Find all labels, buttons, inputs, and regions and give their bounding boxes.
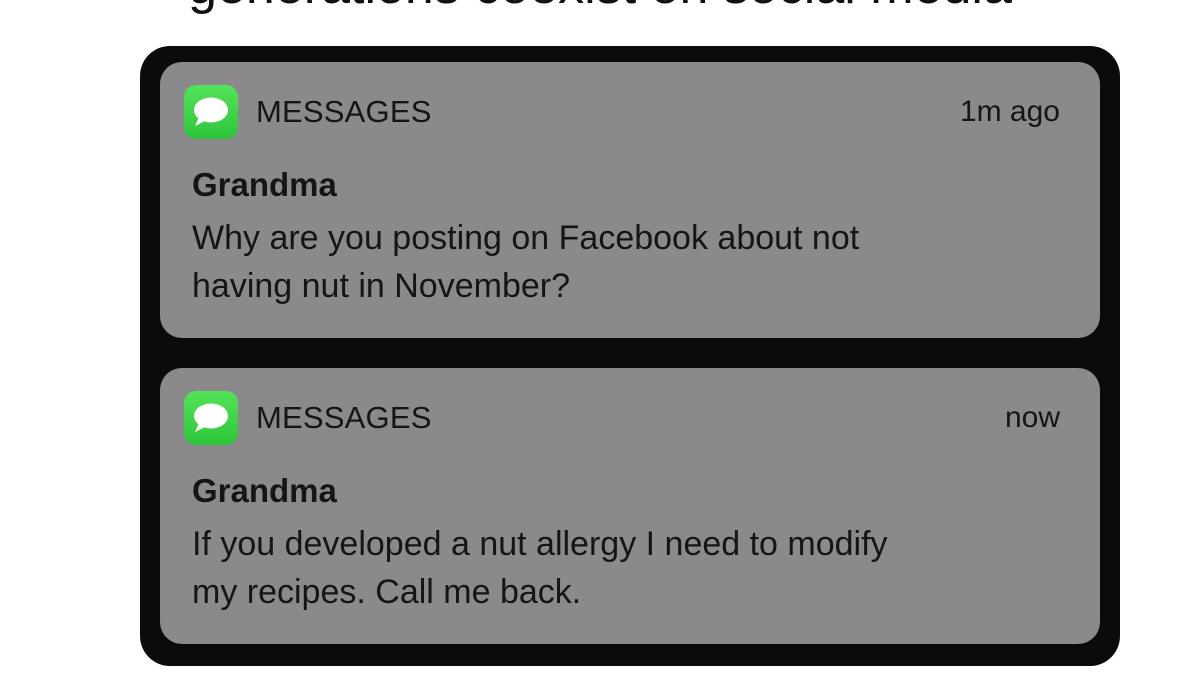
message-line: my recipes. Call me back. [192,573,582,611]
message-line: If you developed a nut allergy I need to… [192,525,888,563]
message-line: having nut in November? [192,267,571,305]
notification-card[interactable]: MESSAGES 1m ago Grandma Why are you post… [160,62,1100,338]
notification-time: now [1004,401,1060,434]
notification-header: MESSAGES 1m ago [184,85,1060,139]
messages-bubble-icon [184,85,238,139]
message-line: Why are you posting on Facebook about no… [192,219,860,257]
message-body: If you developed a nut allergy I need to… [192,520,1072,616]
app-name: MESSAGES [256,400,432,435]
app-name: MESSAGES [256,94,432,129]
message-body: Why are you posting on Facebook about no… [192,214,1072,310]
notification-header: MESSAGES now [184,391,1060,445]
sender-name: Grandma [192,166,337,203]
sender-name: Grandma [192,472,337,509]
notification-card[interactable]: MESSAGES now Grandma If you developed a … [160,368,1100,644]
page: generations coexist on social media MESS… [0,0,1200,675]
messages-bubble-icon [184,391,238,445]
notification-time: 1m ago [959,95,1060,128]
caption-text: generations coexist on social media [0,0,1200,12]
